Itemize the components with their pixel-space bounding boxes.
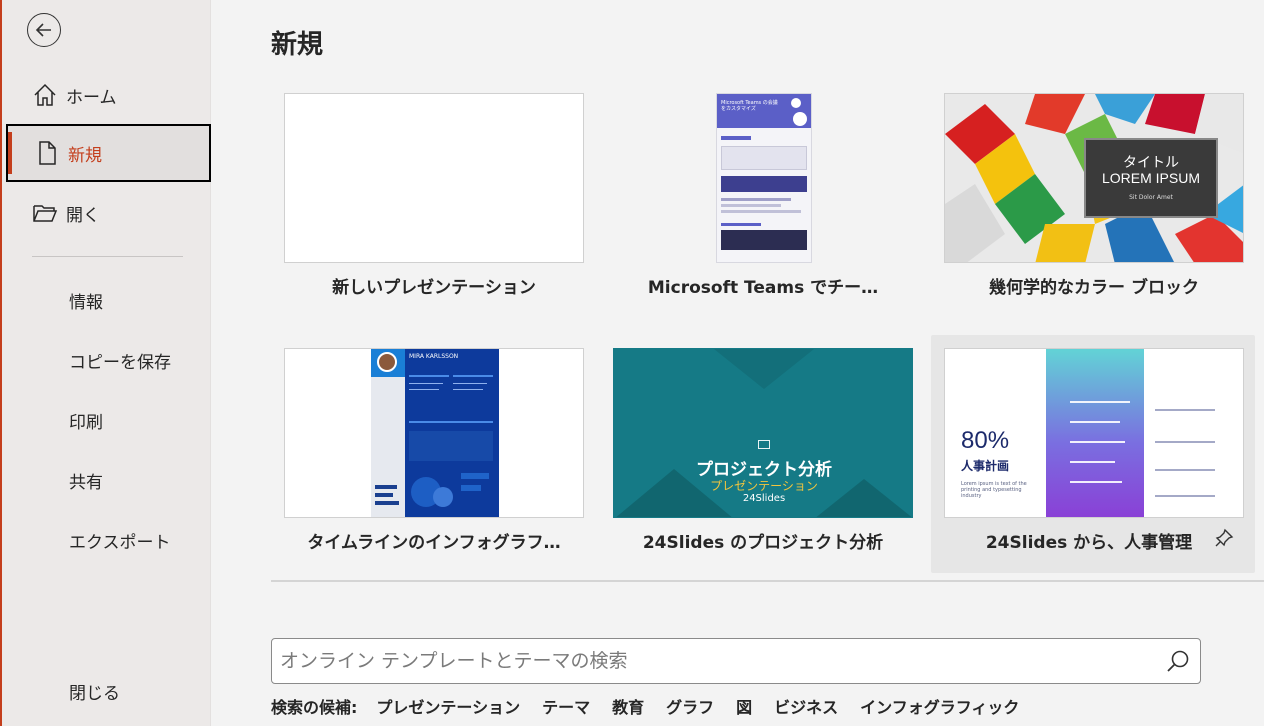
- template-search-box[interactable]: [271, 638, 1201, 684]
- template-card-teams[interactable]: Microsoft Teams の会議をカスタマイズ Microsoft Tea…: [600, 80, 922, 302]
- template-label: 幾何学的なカラー ブロック: [989, 278, 1199, 298]
- template-thumbnail: 80% 人事計画 Lorem ipsum is text of the prin…: [944, 348, 1244, 518]
- template-label: 24Slides のプロジェクト分析: [642, 533, 884, 553]
- sidebar-item-label: 新規: [68, 145, 102, 166]
- search-icon[interactable]: [1165, 648, 1191, 678]
- sidebar-item-home[interactable]: ホーム: [6, 66, 211, 124]
- suggestion-link[interactable]: テーマ: [542, 694, 590, 718]
- suggestion-link[interactable]: グラフ: [666, 694, 714, 718]
- sidebar-item-share[interactable]: 共有: [69, 468, 103, 493]
- new-file-icon: [34, 140, 60, 166]
- suggestion-link[interactable]: ビジネス: [774, 694, 838, 718]
- template-label: 新しいプレゼンテーション: [332, 278, 536, 298]
- template-card-geometric[interactable]: タイトル LOREM IPSUM Sit Dolor Amet 幾何学的なカラー…: [931, 80, 1253, 302]
- thumb-brand: 24Slides: [742, 493, 786, 504]
- sidebar-item-label: ホーム: [66, 87, 117, 108]
- template-card-project-analysis[interactable]: プロジェクト分析 プレゼンテーション 24Slides 24Slides のプロ…: [600, 335, 922, 557]
- suggestion-link[interactable]: 図: [736, 694, 752, 718]
- thumb-title: Microsoft Teams の会議をカスタマイズ: [721, 100, 778, 112]
- thumb-subtitle: Sit Dolor Amet: [1129, 194, 1173, 201]
- suggestion-link[interactable]: 教育: [612, 694, 644, 718]
- sidebar-item-print[interactable]: 印刷: [69, 408, 103, 433]
- template-label: タイムラインのインフォグラフ…: [307, 533, 561, 553]
- presentation-icon: [758, 440, 770, 449]
- page-title: 新規: [271, 30, 324, 60]
- thumb-big-number: 80%: [961, 427, 1010, 454]
- template-card-hr[interactable]: 80% 人事計画 Lorem ipsum is text of the prin…: [931, 335, 1255, 573]
- sidebar-item-open[interactable]: 開く: [6, 184, 211, 242]
- sidebar-item-info[interactable]: 情報: [69, 288, 103, 313]
- sidebar-divider: [32, 256, 183, 257]
- template-thumbnail: MIRA KARLSSON: [284, 348, 584, 518]
- suggestions-label: 検索の候補:: [271, 698, 358, 717]
- suggestion-link[interactable]: インフォグラフィック: [860, 694, 1019, 718]
- sidebar-item-new[interactable]: 新規: [6, 124, 211, 182]
- sidebar-item-export[interactable]: エクスポート: [69, 528, 171, 553]
- backstage-sidebar: ホーム 新規 開く 情報 コピーを保存 印刷 共有 エクスポート 閉じる: [0, 0, 211, 726]
- pin-icon[interactable]: [1213, 527, 1235, 553]
- template-card-timeline[interactable]: MIRA KARLSSON タイムラインのインフォグラフ…: [271, 335, 593, 557]
- template-thumbnail: [284, 93, 584, 263]
- thumb-subtitle: プレゼンテーション: [710, 479, 818, 493]
- template-label: 24Slides から、人事管理: [985, 533, 1193, 553]
- sidebar-item-label: 開く: [66, 205, 100, 226]
- template-thumbnail: プロジェクト分析 プレゼンテーション 24Slides: [613, 348, 913, 518]
- back-button[interactable]: [27, 13, 61, 47]
- arrow-left-icon: [35, 23, 51, 37]
- template-label: Microsoft Teams でチー…: [647, 278, 879, 298]
- thumb-body: Lorem ipsum is text of the printing and …: [961, 481, 1027, 499]
- template-card-blank[interactable]: 新しいプレゼンテーション: [271, 80, 593, 302]
- sidebar-item-close[interactable]: 閉じる: [69, 679, 120, 704]
- template-thumbnail: タイトル LOREM IPSUM Sit Dolor Amet: [944, 93, 1244, 263]
- suggestion-link[interactable]: プレゼンテーション: [376, 694, 520, 718]
- sidebar-item-save-copy[interactable]: コピーを保存: [69, 348, 171, 373]
- section-divider: [271, 580, 1264, 582]
- search-suggestions: 検索の候補: プレゼンテーション テーマ 教育 グラフ 図 ビジネス インフォグ…: [271, 694, 1041, 718]
- thumb-name: MIRA KARLSSON: [409, 353, 459, 360]
- thumb-title: タイトル LOREM IPSUM: [1101, 154, 1200, 186]
- thumb-title: 人事計画: [961, 459, 1010, 473]
- open-folder-icon: [32, 200, 58, 226]
- search-input[interactable]: [280, 647, 1150, 675]
- home-icon: [32, 82, 58, 108]
- template-thumbnail: Microsoft Teams の会議をカスタマイズ: [613, 93, 913, 263]
